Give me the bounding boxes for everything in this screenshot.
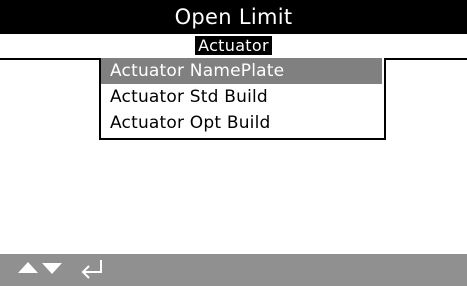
menu-list: Actuator NamePlate Actuator Std Build Ac…	[99, 58, 386, 140]
page-title-bar: Open Limit	[0, 0, 467, 34]
menu-item-actuator-opt-build[interactable]: Actuator Opt Build	[101, 110, 382, 136]
breadcrumb-label: Actuator	[195, 36, 272, 55]
down-arrow-icon[interactable]	[40, 254, 64, 286]
footer-navigation-bar	[0, 254, 467, 286]
page-title: Open Limit	[174, 5, 293, 29]
enter-return-icon[interactable]	[78, 254, 106, 286]
up-arrow-icon[interactable]	[16, 254, 40, 286]
menu-item-label: Actuator Opt Build	[110, 113, 271, 133]
menu-item-actuator-std-build[interactable]: Actuator Std Build	[101, 84, 382, 110]
display-screen: Open Limit Actuator Actuator NamePlate A…	[0, 0, 467, 286]
breadcrumb: Actuator	[0, 34, 467, 60]
menu-item-label: Actuator Std Build	[110, 87, 268, 107]
menu-item-actuator-nameplate[interactable]: Actuator NamePlate	[101, 58, 382, 84]
menu-item-label: Actuator NamePlate	[110, 61, 285, 81]
